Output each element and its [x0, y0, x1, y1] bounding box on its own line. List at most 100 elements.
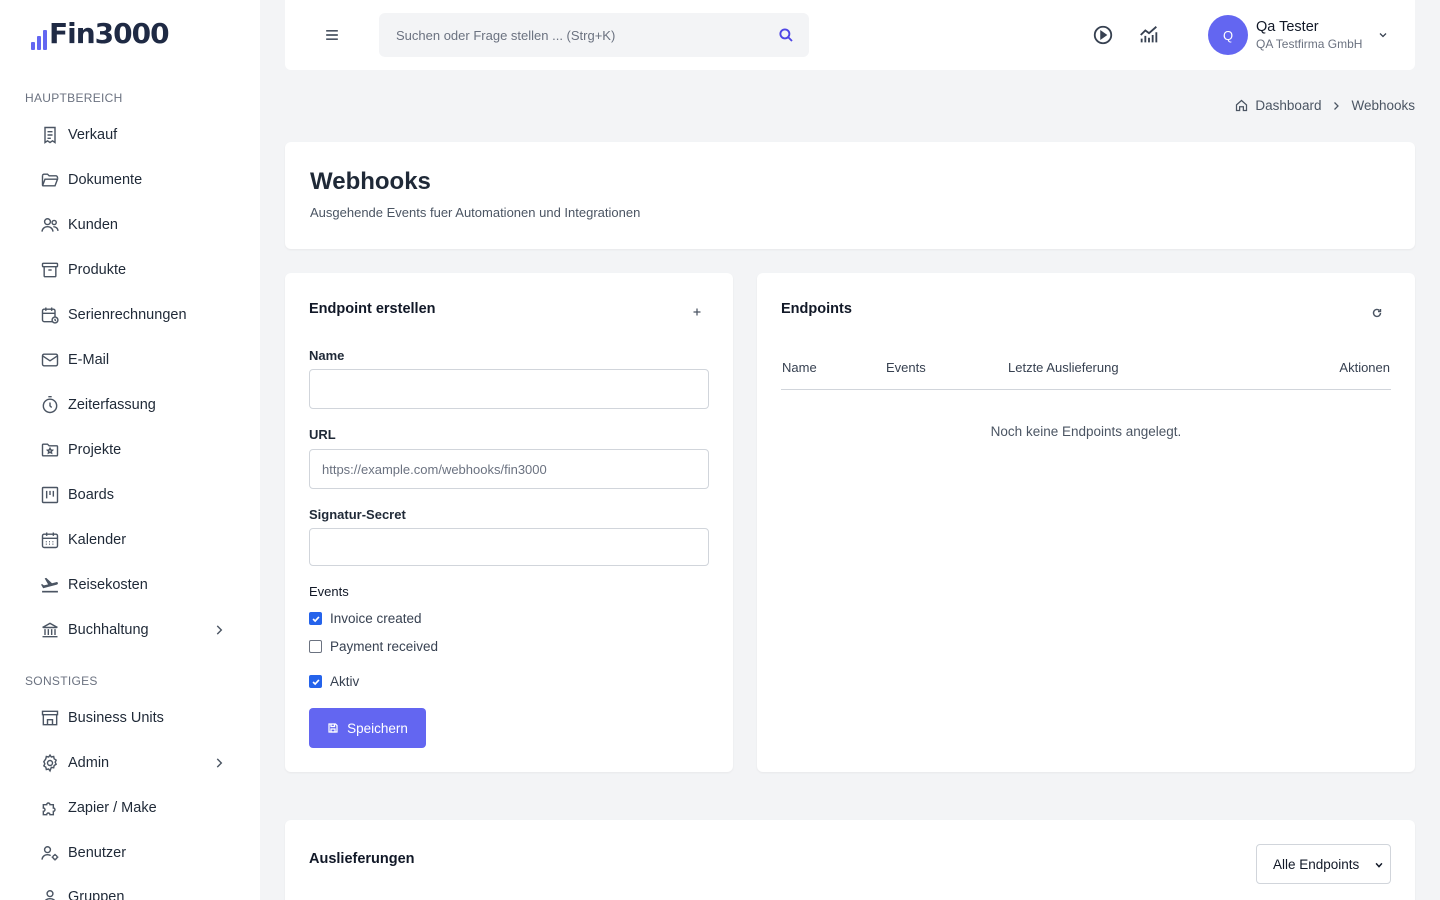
mail-icon: [40, 350, 60, 370]
checkbox-checked[interactable]: [309, 612, 322, 625]
breadcrumb: Dashboard Webhooks: [1234, 98, 1415, 113]
sidebar-item-label: Kalender: [68, 532, 127, 548]
chevron-right-icon: [212, 623, 226, 637]
url-field[interactable]: [310, 450, 708, 488]
refresh-icon[interactable]: [1371, 306, 1383, 318]
sidebar-item-serienrechnungen[interactable]: Serienrechnungen: [40, 300, 236, 330]
folder-open-icon: [40, 170, 60, 190]
receipt-icon: [40, 125, 60, 145]
user-name[interactable]: Qa Tester: [1256, 19, 1319, 35]
sidebar: Fin3000 HAUPTBEREICH Verkauf Dokumente K…: [0, 0, 260, 900]
secret-field[interactable]: [310, 529, 708, 565]
events-label: Events: [309, 584, 349, 599]
sidebar-item-label: Kunden: [68, 217, 118, 233]
name-field[interactable]: [310, 370, 708, 408]
sidebar-item-label: Buchhaltung: [68, 622, 149, 638]
breadcrumb-dashboard-link[interactable]: Dashboard: [1255, 98, 1321, 113]
sidebar-item-label: Projekte: [68, 442, 122, 458]
event-invoice-created-checkbox[interactable]: Invoice created: [309, 611, 422, 626]
sidebar-item-label: Benutzer: [68, 845, 127, 861]
deliveries-card: Auslieferungen Alle Endpoints: [285, 820, 1415, 900]
active-checkbox[interactable]: Aktiv: [309, 674, 359, 689]
sidebar-item-buchhaltung[interactable]: Buchhaltung: [40, 615, 236, 645]
create-endpoint-title: Endpoint erstellen: [309, 301, 436, 317]
topbar: Q Qa Tester QA Testfirma GmbH: [285, 0, 1415, 70]
column-header-last-delivery[interactable]: Letzte Auslieferung: [1008, 360, 1119, 375]
folder-star-icon: [40, 440, 60, 460]
logo-bars-icon: [31, 24, 47, 50]
sidebar-item-zapier-make[interactable]: Zapier / Make: [40, 793, 236, 823]
sidebar-item-business-units[interactable]: Business Units: [40, 703, 236, 733]
sidebar-item-kalender[interactable]: Kalender: [40, 525, 236, 555]
group-icon: [40, 887, 60, 900]
stopwatch-icon: [40, 395, 60, 415]
checkbox-label: Payment received: [330, 639, 439, 654]
chevron-right-icon: [212, 756, 226, 770]
page-header-card: Webhooks Ausgehende Events fuer Automati…: [285, 142, 1415, 249]
column-header-name[interactable]: Name: [782, 360, 817, 375]
sidebar-item-boards[interactable]: Boards: [40, 480, 236, 510]
table-header-divider: [781, 389, 1391, 390]
sidebar-item-benutzer[interactable]: Benutzer: [40, 838, 236, 868]
column-header-events[interactable]: Events: [886, 360, 926, 375]
endpoints-card: Endpoints Name Events Letzte Auslieferun…: [757, 273, 1415, 772]
sidebar-item-verkauf[interactable]: Verkauf: [40, 120, 236, 150]
sidebar-item-gruppen[interactable]: Gruppen: [40, 882, 236, 900]
sidebar-item-email[interactable]: E-Mail: [40, 345, 236, 375]
checkbox-label: Invoice created: [330, 611, 422, 626]
sidebar-item-label: Zeiterfassung: [68, 397, 156, 413]
name-label: Name: [309, 348, 345, 363]
sidebar-item-label: Admin: [68, 755, 110, 771]
gear-icon: [40, 753, 60, 773]
save-button[interactable]: Speichern: [309, 708, 426, 748]
checkbox-unchecked[interactable]: [309, 640, 322, 653]
puzzle-icon: [40, 798, 60, 818]
empty-state-text: Noch keine Endpoints angelegt.: [990, 424, 1182, 439]
play-circle-icon[interactable]: [1092, 24, 1114, 46]
column-header-actions: Aktionen: [1339, 360, 1390, 375]
url-field-wrapper: [309, 449, 709, 489]
nav-section-main: HAUPTBEREICH: [25, 91, 123, 105]
sidebar-item-admin[interactable]: Admin: [40, 748, 236, 778]
home-icon: [1234, 98, 1249, 113]
sidebar-item-produkte[interactable]: Produkte: [40, 255, 236, 285]
chevron-right-icon: [1330, 100, 1342, 112]
endpoint-filter-select[interactable]: Alle Endpoints: [1256, 844, 1391, 884]
page-title: Webhooks: [310, 168, 431, 195]
secret-field-wrapper: [309, 528, 709, 566]
app-logo[interactable]: Fin3000: [31, 17, 170, 50]
sidebar-item-label: Zapier / Make: [68, 800, 157, 816]
sidebar-item-projekte[interactable]: Projekte: [40, 435, 236, 465]
checkbox-label: Aktiv: [330, 674, 360, 689]
event-payment-received-checkbox[interactable]: Payment received: [309, 639, 438, 654]
sidebar-item-dokumente[interactable]: Dokumente: [40, 165, 236, 195]
nav-section-other: SONSTIGES: [25, 674, 98, 688]
logo-text: Fin3000: [49, 17, 170, 50]
name-field-wrapper: [309, 369, 709, 409]
sidebar-item-zeiterfassung[interactable]: Zeiterfassung: [40, 390, 236, 420]
sidebar-item-label: Business Units: [68, 710, 164, 726]
checkbox-checked[interactable]: [309, 675, 322, 688]
search-icon[interactable]: [777, 26, 795, 44]
deliveries-title: Auslieferungen: [309, 851, 415, 867]
analytics-chart-icon[interactable]: [1138, 24, 1160, 46]
chevron-down-icon[interactable]: [1377, 28, 1389, 40]
avatar[interactable]: Q: [1208, 15, 1248, 55]
sidebar-item-label: E-Mail: [68, 352, 110, 368]
sidebar-item-label: Verkauf: [68, 127, 118, 143]
users-icon: [40, 215, 60, 235]
create-endpoint-card: Endpoint erstellen Name URL Signatur-Sec…: [285, 273, 733, 772]
sidebar-item-label: Boards: [68, 487, 114, 503]
floppy-disk-icon: [328, 723, 338, 733]
search-box: [379, 13, 809, 57]
archive-box-icon: [40, 260, 60, 280]
plus-icon[interactable]: [691, 305, 703, 317]
hamburger-menu-icon[interactable]: [322, 25, 342, 45]
sidebar-item-label: Reisekosten: [68, 577, 148, 593]
sidebar-item-reisekosten[interactable]: Reisekosten: [40, 570, 236, 600]
sidebar-item-kunden[interactable]: Kunden: [40, 210, 236, 240]
sidebar-item-label: Produkte: [68, 262, 127, 278]
kanban-icon: [40, 485, 60, 505]
search-input[interactable]: [379, 13, 809, 57]
save-button-label: Speichern: [347, 720, 408, 736]
